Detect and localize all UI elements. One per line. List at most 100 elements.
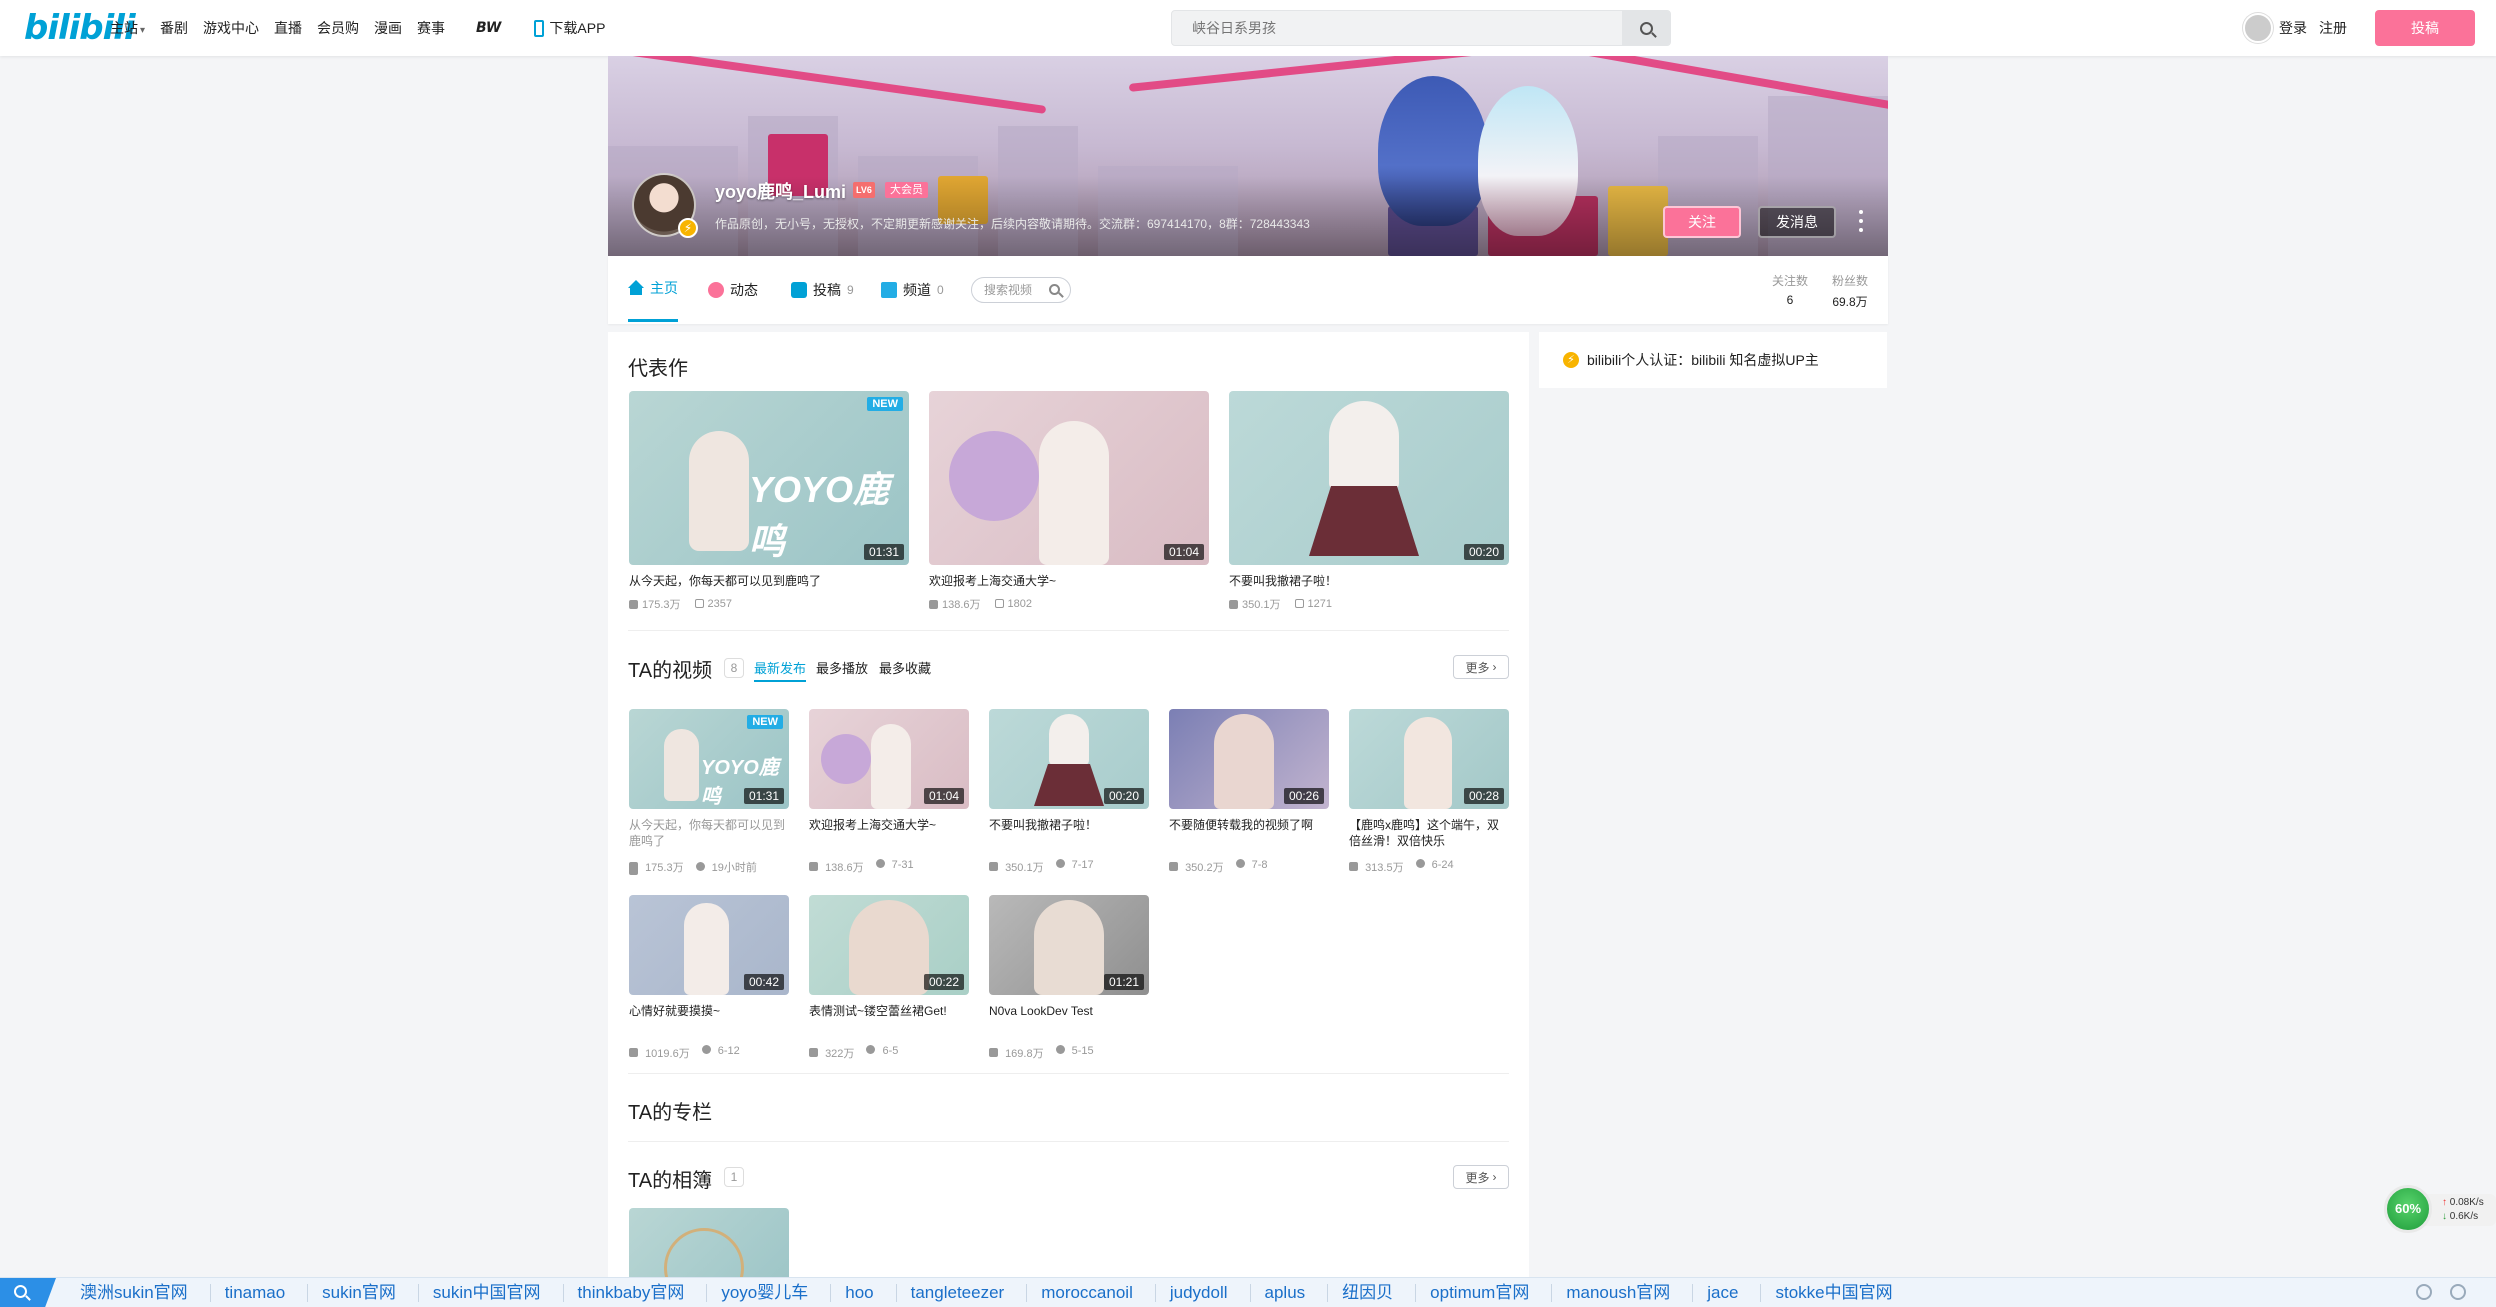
hot-link[interactable]: stokke中国官网 xyxy=(1760,1284,1914,1302)
sort-latest-tab[interactable]: 最新发布 xyxy=(754,658,807,682)
video-card[interactable]: 01:21 N0va LookDev Test xyxy=(989,895,1149,1035)
video-thumbnail[interactable]: 00:28 xyxy=(1349,709,1509,809)
video-title[interactable]: 欢迎报考上海交通大学~ xyxy=(929,573,1209,589)
nav-manga[interactable]: 漫画 xyxy=(374,18,402,38)
videos-more-button[interactable]: 更多 › xyxy=(1453,655,1509,679)
video-card[interactable]: 00:26 不要随便转载我的视频了啊 xyxy=(1169,709,1329,849)
hot-link[interactable]: manoush官网 xyxy=(1551,1284,1692,1302)
video-thumbnail[interactable]: 01:04 xyxy=(929,391,1209,565)
chevron-right-icon: › xyxy=(1492,1170,1497,1184)
sort-most-favorited-tab[interactable]: 最多收藏 xyxy=(879,658,931,682)
upload-button[interactable]: 投稿 xyxy=(2375,10,2475,46)
video-thumbnail[interactable]: 00:42 xyxy=(629,895,789,995)
hot-link[interactable]: hoo xyxy=(830,1284,895,1302)
hot-link[interactable]: aplus xyxy=(1249,1284,1328,1302)
network-speed-widget[interactable]: ↑ 0.08K/s ↓ 0.6K/s 60% xyxy=(2384,1185,2496,1233)
banner-ribbon xyxy=(1128,56,1548,92)
video-title[interactable]: 【鹿鸣x鹿鸣】这个端午，双倍丝滑！双倍快乐 xyxy=(1349,817,1509,849)
video-thumbnail[interactable]: 00:22 xyxy=(809,895,969,995)
hot-link[interactable]: moroccanoil xyxy=(1026,1284,1155,1302)
settings-icon[interactable] xyxy=(2416,1284,2432,1300)
clock-icon xyxy=(695,862,705,871)
video-title[interactable]: 不要叫我撤裙子啦！ xyxy=(1229,573,1509,589)
more-options-icon[interactable] xyxy=(1858,210,1864,232)
thumbnail-figure xyxy=(1214,714,1274,809)
search-input[interactable] xyxy=(1172,11,1622,45)
tab-dynamic[interactable]: 动态 xyxy=(708,256,758,324)
video-meta: 138.6万 7-31 xyxy=(809,859,914,875)
representative-video-card[interactable]: 01:04 欢迎报考上海交通大学~ 138.6万 1802 xyxy=(929,391,1209,612)
thumbnail-figure xyxy=(1404,717,1452,809)
video-duration: 00:22 xyxy=(923,974,964,990)
hot-link[interactable]: thinkbaby官网 xyxy=(562,1284,707,1302)
video-thumbnail[interactable]: 00:26 xyxy=(1169,709,1329,809)
thumbnail-figure xyxy=(1039,421,1109,565)
hot-link[interactable]: 纽因贝 xyxy=(1327,1284,1415,1302)
avatar[interactable] xyxy=(2243,13,2273,43)
login-link[interactable]: 登录 xyxy=(2279,18,2307,38)
representative-video-card[interactable]: 00:20 不要叫我撤裙子啦！ 350.1万 1271 xyxy=(1229,391,1509,612)
video-card[interactable]: 01:04 欢迎报考上海交通大学~ xyxy=(809,709,969,849)
download-app-link[interactable]: 下载APP xyxy=(534,18,605,38)
hot-link[interactable]: jace xyxy=(1692,1284,1760,1302)
message-button[interactable]: 发消息 xyxy=(1758,206,1836,238)
hot-link[interactable]: judydoll xyxy=(1154,1284,1250,1302)
certification-text: bilibili个人认证：bilibili 知名虚拟UP主 xyxy=(1587,352,1819,368)
hot-link[interactable]: optimum官网 xyxy=(1415,1284,1551,1302)
video-card[interactable]: 00:28 【鹿鸣x鹿鸣】这个端午，双倍丝滑！双倍快乐 xyxy=(1349,709,1509,849)
play-icon xyxy=(629,600,638,609)
close-icon[interactable] xyxy=(2450,1284,2466,1300)
danmaku-icon xyxy=(994,599,1004,608)
video-thumbnail[interactable]: 00:20 xyxy=(1229,391,1509,565)
hot-link[interactable]: tinamao xyxy=(209,1284,307,1302)
video-card[interactable]: YOYO鹿鸣 NEW 01:31 从今天起，你每天都可以见到鹿鸣了 xyxy=(629,709,789,875)
following-stat[interactable]: 关注数 6 xyxy=(1772,272,1808,310)
tab-home[interactable]: 主页 xyxy=(628,256,678,322)
hot-link[interactable]: sukin中国官网 xyxy=(417,1284,563,1302)
video-card[interactable]: 00:20 不要叫我撤裙子啦！ xyxy=(989,709,1149,849)
video-card[interactable]: 00:42 心情好就要摸摸~ xyxy=(629,895,789,1035)
nav-main[interactable]: 主站 ▾ xyxy=(110,18,145,38)
video-title[interactable]: 不要随便转载我的视频了啊 xyxy=(1169,817,1329,849)
video-thumbnail[interactable]: YOYO鹿鸣 NEW 01:31 xyxy=(629,709,789,809)
sort-most-played-tab[interactable]: 最多播放 xyxy=(816,658,868,682)
album-more-button[interactable]: 更多 › xyxy=(1453,1165,1509,1189)
speed-percent-ball[interactable]: 60% xyxy=(2384,1185,2432,1233)
tab-channels[interactable]: 频道 0 xyxy=(881,256,944,324)
video-thumbnail[interactable]: 00:20 xyxy=(989,709,1149,809)
bottom-search-button[interactable] xyxy=(0,1278,56,1307)
nav-mall[interactable]: 会员购 xyxy=(317,18,359,38)
video-title[interactable]: 表情测试~镂空蕾丝裙Get! xyxy=(809,1003,969,1035)
thumbnail-figure xyxy=(1049,714,1089,766)
hot-link[interactable]: 澳洲sukin官网 xyxy=(66,1284,210,1302)
tab-posts[interactable]: 投稿 9 xyxy=(791,256,854,324)
nav-bangumi[interactable]: 番剧 xyxy=(160,18,188,38)
video-title[interactable]: N0va LookDev Test xyxy=(989,1003,1149,1035)
register-link[interactable]: 注册 xyxy=(2319,18,2347,38)
follow-button[interactable]: 关注 xyxy=(1663,206,1741,238)
video-thumbnail[interactable]: 01:04 xyxy=(809,709,969,809)
video-search-input[interactable]: 搜索视频 xyxy=(971,277,1071,303)
nav-user-area: 登录 注册 投稿 xyxy=(2243,0,2496,56)
video-title[interactable]: 不要叫我撤裙子啦！ xyxy=(989,817,1149,849)
search-button[interactable] xyxy=(1622,11,1670,45)
nav-esports[interactable]: 赛事 xyxy=(417,18,445,38)
video-thumbnail[interactable]: YOYO鹿鸣 NEW 01:31 xyxy=(629,391,909,565)
play-icon xyxy=(809,862,818,871)
top-nav: bilibili 主站 ▾ 番剧 游戏中心 直播 会员购 漫画 赛事 BW 下载A… xyxy=(0,0,2496,56)
bw-logo[interactable]: BW xyxy=(476,20,501,36)
hot-link[interactable]: sukin官网 xyxy=(307,1284,418,1302)
video-thumbnail[interactable]: 01:21 xyxy=(989,895,1149,995)
hot-link[interactable]: tangleteezer xyxy=(895,1284,1027,1302)
hot-link[interactable]: yoyo婴儿车 xyxy=(706,1284,830,1302)
search-icon[interactable] xyxy=(1049,284,1060,295)
video-title[interactable]: 从今天起，你每天都可以见到鹿鸣了 xyxy=(629,817,789,849)
video-title[interactable]: 心情好就要摸摸~ xyxy=(629,1003,789,1035)
video-card[interactable]: 00:22 表情测试~镂空蕾丝裙Get! xyxy=(809,895,969,1035)
representative-video-card[interactable]: YOYO鹿鸣 NEW 01:31 从今天起，你每天都可以见到鹿鸣了 175.3万… xyxy=(629,391,909,612)
video-title[interactable]: 欢迎报考上海交通大学~ xyxy=(809,817,969,849)
fans-stat[interactable]: 粉丝数 69.8万 xyxy=(1832,272,1868,310)
nav-live[interactable]: 直播 xyxy=(274,18,302,38)
video-title[interactable]: 从今天起，你每天都可以见到鹿鸣了 xyxy=(629,573,909,589)
nav-game-center[interactable]: 游戏中心 xyxy=(203,18,259,38)
